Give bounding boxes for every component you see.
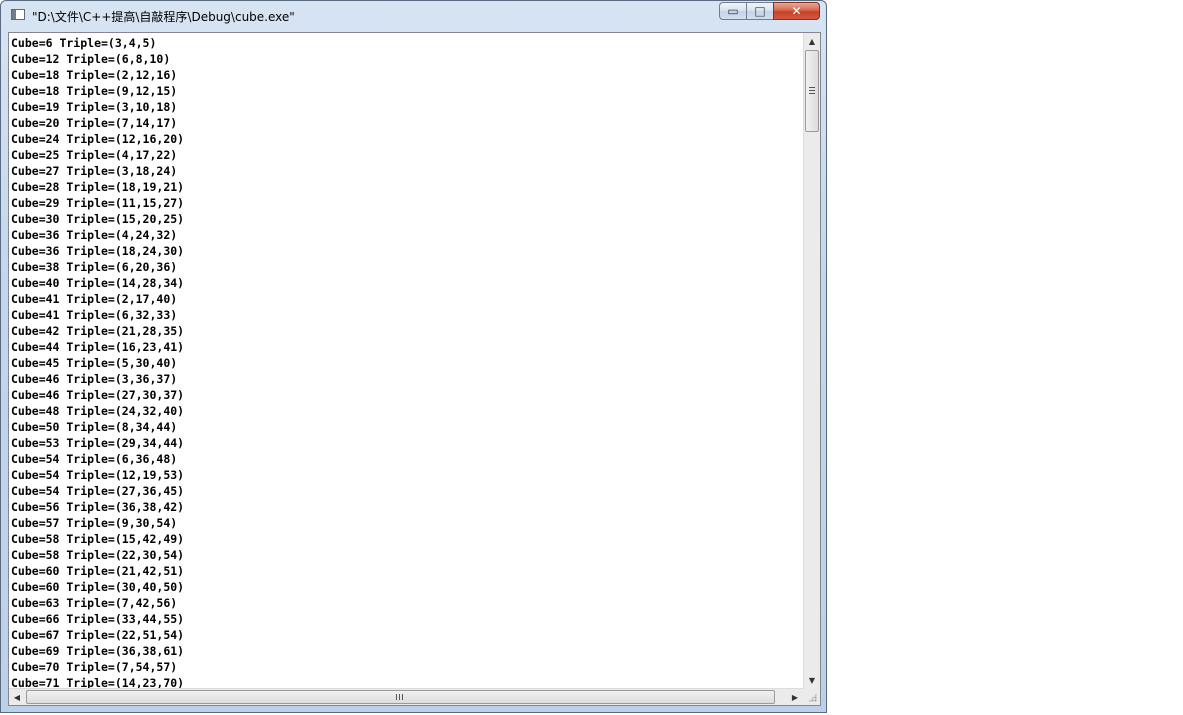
caption-buttons: ▭ □ ✕ <box>719 2 820 20</box>
minimize-button[interactable]: ▭ <box>719 2 746 20</box>
scroll-down-button[interactable]: ▼ <box>804 672 820 689</box>
console-window-icon[interactable] <box>11 9 25 20</box>
console-line: Cube=41 Triple=(6,32,33) <box>11 308 178 322</box>
console-line: Cube=20 Triple=(7,14,17) <box>11 116 178 130</box>
console-line: Cube=60 Triple=(30,40,50) <box>11 580 185 594</box>
console-line: Cube=12 Triple=(6,8,10) <box>11 52 171 66</box>
grip-line-icon <box>809 87 815 88</box>
scroll-left-arrow-icon: ◀ <box>13 693 21 702</box>
console-line: Cube=50 Triple=(8,34,44) <box>11 420 178 434</box>
console-line: Cube=60 Triple=(21,42,51) <box>11 564 185 578</box>
horizontal-scroll-thumb[interactable] <box>26 690 775 704</box>
maximize-icon: □ <box>754 4 766 18</box>
console-line: Cube=29 Triple=(11,15,27) <box>11 196 185 210</box>
vertical-scrollbar[interactable]: ▲ ▼ <box>803 33 820 689</box>
console-line: Cube=46 Triple=(27,30,37) <box>11 388 185 402</box>
scroll-up-button[interactable]: ▲ <box>804 33 820 50</box>
console-window: "D:\文件\C++提高\自敲程序\Debug\cube.exe" ▭ □ ✕ … <box>0 0 827 713</box>
console-line: Cube=27 Triple=(3,18,24) <box>11 164 178 178</box>
console-line: Cube=45 Triple=(5,30,40) <box>11 356 178 370</box>
console-line: Cube=58 Triple=(15,42,49) <box>11 532 185 546</box>
console-line: Cube=41 Triple=(2,17,40) <box>11 292 178 306</box>
console-line: Cube=46 Triple=(3,36,37) <box>11 372 178 386</box>
maximize-button[interactable]: □ <box>746 2 773 20</box>
window-title: "D:\文件\C++提高\自敲程序\Debug\cube.exe" <box>32 10 295 24</box>
horizontal-scrollbar[interactable]: ◀ ▶ <box>9 688 803 705</box>
console-line: Cube=42 Triple=(21,28,35) <box>11 324 185 338</box>
scroll-left-button[interactable]: ◀ <box>9 689 25 705</box>
console-line: Cube=36 Triple=(4,24,32) <box>11 228 178 242</box>
console-line: Cube=28 Triple=(18,19,21) <box>11 180 185 194</box>
console-output[interactable]: Cube=6 Triple=(3,4,5) Cube=12 Triple=(6,8… <box>11 35 803 689</box>
console-line: Cube=30 Triple=(15,20,25) <box>11 212 185 226</box>
close-button[interactable]: ✕ <box>773 2 820 20</box>
console-line: Cube=70 Triple=(7,54,57) <box>11 660 178 674</box>
grip-line-icon <box>809 93 815 94</box>
resize-grip-icon[interactable] <box>803 688 820 705</box>
console-line: Cube=56 Triple=(36,38,42) <box>11 500 185 514</box>
title-bar[interactable]: "D:\文件\C++提高\自敲程序\Debug\cube.exe" ▭ □ ✕ <box>1 1 826 31</box>
console-line: Cube=6 Triple=(3,4,5) <box>11 36 157 50</box>
console-line: Cube=48 Triple=(24,32,40) <box>11 404 185 418</box>
scroll-right-arrow-icon: ▶ <box>791 693 799 702</box>
console-line: Cube=25 Triple=(4,17,22) <box>11 148 178 162</box>
console-client-area[interactable]: Cube=6 Triple=(3,4,5) Cube=12 Triple=(6,8… <box>8 32 821 706</box>
console-line: Cube=24 Triple=(12,16,20) <box>11 132 185 146</box>
minimize-icon: ▭ <box>727 4 739 18</box>
console-line: Cube=18 Triple=(9,12,15) <box>11 84 178 98</box>
grip-line-icon <box>396 694 397 700</box>
grip-line-icon <box>402 694 403 700</box>
grip-line-icon <box>809 90 815 91</box>
console-line: Cube=54 Triple=(12,19,53) <box>11 468 185 482</box>
close-icon: ✕ <box>791 4 802 18</box>
console-line: Cube=18 Triple=(2,12,16) <box>11 68 178 82</box>
console-line: Cube=71 Triple=(14,23,70) <box>11 676 185 689</box>
console-line: Cube=57 Triple=(9,30,54) <box>11 516 178 530</box>
console-line: Cube=44 Triple=(16,23,41) <box>11 340 185 354</box>
scroll-right-button[interactable]: ▶ <box>787 689 803 705</box>
console-line: Cube=40 Triple=(14,28,34) <box>11 276 185 290</box>
console-line: Cube=53 Triple=(29,34,44) <box>11 436 185 450</box>
console-line: Cube=38 Triple=(6,20,36) <box>11 260 178 274</box>
console-line: Cube=19 Triple=(3,10,18) <box>11 100 178 114</box>
console-line: Cube=66 Triple=(33,44,55) <box>11 612 185 626</box>
console-line: Cube=67 Triple=(22,51,54) <box>11 628 185 642</box>
console-line: Cube=63 Triple=(7,42,56) <box>11 596 178 610</box>
console-line: Cube=69 Triple=(36,38,61) <box>11 644 185 658</box>
scroll-up-arrow-icon: ▲ <box>808 37 816 46</box>
console-line: Cube=54 Triple=(27,36,45) <box>11 484 185 498</box>
grip-line-icon <box>399 694 400 700</box>
vertical-scroll-thumb[interactable] <box>805 50 819 132</box>
console-line: Cube=58 Triple=(22,30,54) <box>11 548 185 562</box>
console-line: Cube=36 Triple=(18,24,30) <box>11 244 185 258</box>
console-line: Cube=54 Triple=(6,36,48) <box>11 452 178 466</box>
scroll-down-arrow-icon: ▼ <box>808 676 816 685</box>
